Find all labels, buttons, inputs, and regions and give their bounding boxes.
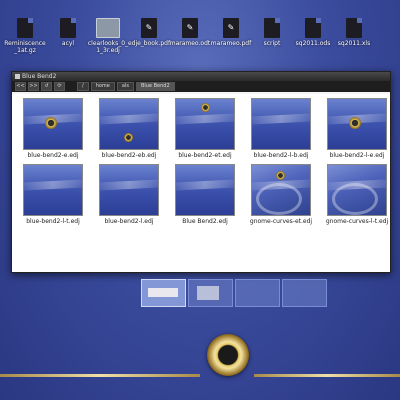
breadcrumb-root[interactable]: / [77, 82, 89, 91]
theme-thumbnail-icon [96, 18, 120, 38]
pdf-icon: ✎ [223, 18, 239, 38]
theme-emblem-icon [276, 171, 285, 180]
desktop-icon-label: acyl [61, 40, 75, 47]
file-thumbnail [327, 98, 387, 150]
file-item[interactable]: blue-bend2-l-b.edj [244, 98, 318, 159]
file-item[interactable]: blue-bend2-eb.edj [92, 98, 166, 159]
file-thumbnail [251, 164, 311, 216]
file-label: blue-bend2-l.edj [104, 218, 154, 225]
pager-desktop-1[interactable] [141, 279, 186, 307]
desktop-icon-label: Reminiscence_1at.gz [4, 40, 46, 54]
file-icon [60, 18, 76, 38]
start-menu-icon[interactable] [207, 334, 249, 376]
desktop-icon-label: clearlooks_0_1_3r.edj [87, 40, 129, 54]
file-item[interactable]: gnome-curves-et.edj [244, 164, 318, 225]
window-titlebar[interactable]: Blue Bend2 [12, 72, 390, 81]
desktop-icon[interactable]: ✎ marameo.pdf [209, 18, 253, 47]
desktop-icon-label: marameo.pdf [210, 40, 252, 47]
file-label: blue-bend2-eb.edj [101, 152, 157, 159]
desktop-icon-label: sq2011.ods [295, 40, 331, 47]
desktop-icon-label: edje_book.pdf [127, 40, 171, 47]
spreadsheet-icon [346, 18, 362, 38]
file-label: blue-bend2-l-t.edj [26, 218, 80, 225]
file-item[interactable]: blue-bend2-l-t.edj [16, 164, 90, 225]
file-item[interactable]: Blue Bend2.edj [168, 164, 242, 225]
file-thumbnail [99, 98, 159, 150]
refresh-button[interactable]: ↺ [41, 82, 52, 91]
desktop-icon[interactable]: sq2011.ods [291, 18, 335, 47]
file-label: blue-bend2-et.edj [178, 152, 232, 159]
desktop-icon-label: sq2011.xls [337, 40, 371, 47]
pager-window-preview [197, 286, 219, 300]
breadcrumb-als[interactable]: als [116, 82, 134, 91]
file-label: blue-bend2-l-b.edj [253, 152, 309, 159]
desktop-icon-label: marameo.odt [169, 40, 211, 47]
file-thumbnail [327, 164, 387, 216]
file-thumbnail [175, 164, 235, 216]
file-thumbnail [175, 98, 235, 150]
document-icon: ✎ [182, 18, 198, 38]
spreadsheet-icon [305, 18, 321, 38]
pager-desktop-3[interactable] [235, 279, 280, 307]
pdf-icon: ✎ [141, 18, 157, 38]
file-label: blue-bend2-l-e.edj [329, 152, 385, 159]
file-thumbnail [99, 164, 159, 216]
file-item[interactable]: blue-bend2-l-e.edj [320, 98, 394, 159]
pager-desktop-2[interactable] [188, 279, 233, 307]
desktop-icon[interactable]: sq2011.xls [332, 18, 376, 47]
back-button[interactable]: << [15, 82, 26, 91]
shelf-bar-left [0, 374, 200, 377]
file-item[interactable]: blue-bend2-l.edj [92, 164, 166, 225]
desktop-icon[interactable]: acyl [46, 18, 90, 47]
file-item[interactable]: blue-bend2-et.edj [168, 98, 242, 159]
theme-emblem-icon [201, 103, 210, 112]
reload-button[interactable]: ⟳ [54, 82, 65, 91]
script-icon [264, 18, 280, 38]
theme-emblem-icon [124, 133, 133, 142]
file-thumbnail [23, 164, 83, 216]
file-label: Blue Bend2.edj [182, 218, 228, 225]
pager-window-preview [148, 288, 178, 297]
desktop-icon[interactable]: clearlooks_0_1_3r.edj [86, 18, 130, 54]
shelf-bar-right [254, 374, 400, 377]
desktop-icon-label: script [263, 40, 281, 47]
desktop-icons: Reminiscence_1at.gz acyl clearlooks_0_1_… [0, 18, 400, 68]
file-grid: blue-bend2-e.edj blue-bend2-eb.edj blue-… [12, 94, 390, 272]
theme-emblem-icon [45, 117, 57, 129]
file-label: gnome-curves-et.edj [249, 218, 313, 225]
desktop-icon[interactable]: script [250, 18, 294, 47]
window-title: Blue Bend2 [22, 73, 57, 80]
desktop-icon[interactable]: ✎ marameo.odt [168, 18, 212, 47]
file-item[interactable]: gnome-curves-l-t.edj [320, 164, 394, 225]
breadcrumb-home[interactable]: home [90, 82, 115, 91]
theme-emblem-icon [349, 117, 361, 129]
file-item[interactable]: blue-bend2-e.edj [16, 98, 90, 159]
file-thumbnail [251, 98, 311, 150]
forward-button[interactable]: >> [28, 82, 39, 91]
breadcrumb-current[interactable]: Blue Bend2 [135, 82, 175, 91]
file-label: gnome-curves-l-t.edj [325, 218, 389, 225]
desktop-icon[interactable]: ✎ edje_book.pdf [127, 18, 171, 47]
desktop-pager [141, 279, 327, 307]
toolbar: << >> ↺ ⟳ / home als Blue Bend2 [12, 81, 390, 92]
file-icon [17, 18, 33, 38]
file-manager-window: Blue Bend2 << >> ↺ ⟳ / home als Blue Ben… [11, 71, 391, 273]
pager-desktop-4[interactable] [282, 279, 327, 307]
desktop-icon[interactable]: Reminiscence_1at.gz [3, 18, 47, 54]
window-icon [15, 74, 20, 79]
file-label: blue-bend2-e.edj [27, 152, 79, 159]
file-thumbnail [23, 98, 83, 150]
